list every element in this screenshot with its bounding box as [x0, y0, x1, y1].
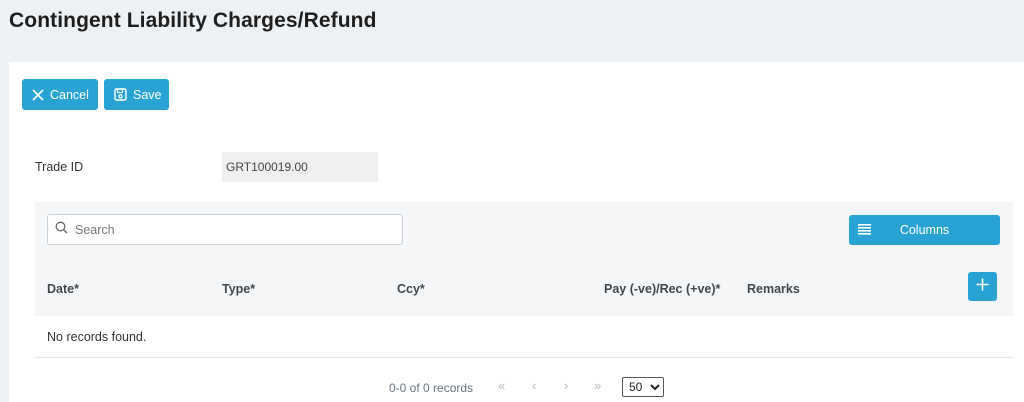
search-icon	[55, 221, 68, 239]
next-page-button[interactable]: ›	[564, 378, 568, 393]
records-summary: 0-0 of 0 records	[389, 381, 474, 395]
last-page-button[interactable]: »	[594, 378, 601, 393]
search-input[interactable]	[75, 222, 375, 237]
columns-button[interactable]: Columns	[849, 215, 1000, 245]
first-page-button[interactable]: «	[498, 378, 505, 393]
pagination-bar	[35, 358, 1013, 402]
add-row-button[interactable]	[968, 272, 997, 301]
empty-message: No records found.	[47, 330, 147, 344]
cancel-button[interactable]: Cancel	[22, 79, 98, 110]
trade-id-field: GRT100019.00	[222, 152, 378, 182]
trade-id-label: Trade ID	[35, 160, 84, 174]
column-header-pay-rec[interactable]: Pay (-ve)/Rec (+ve)*	[604, 282, 720, 296]
cancel-label: Cancel	[50, 87, 89, 102]
page-size-select[interactable]: 50	[622, 377, 664, 397]
column-header-date[interactable]: Date*	[47, 282, 79, 296]
column-header-type[interactable]: Type*	[222, 282, 255, 296]
save-label: Save	[133, 87, 162, 102]
previous-page-button[interactable]: ‹	[532, 378, 536, 393]
search-box[interactable]	[47, 214, 403, 245]
save-icon	[114, 88, 127, 101]
save-button[interactable]: Save	[104, 79, 169, 110]
columns-label: Columns	[899, 223, 950, 237]
empty-row	[35, 316, 1013, 358]
plus-icon	[976, 278, 989, 296]
columns-list-icon	[858, 224, 872, 238]
page-title: Contingent Liability Charges/Refund	[9, 9, 377, 32]
close-icon	[32, 88, 44, 101]
column-header-ccy[interactable]: Ccy*	[397, 282, 425, 296]
column-header-remarks[interactable]: Remarks	[747, 282, 800, 296]
